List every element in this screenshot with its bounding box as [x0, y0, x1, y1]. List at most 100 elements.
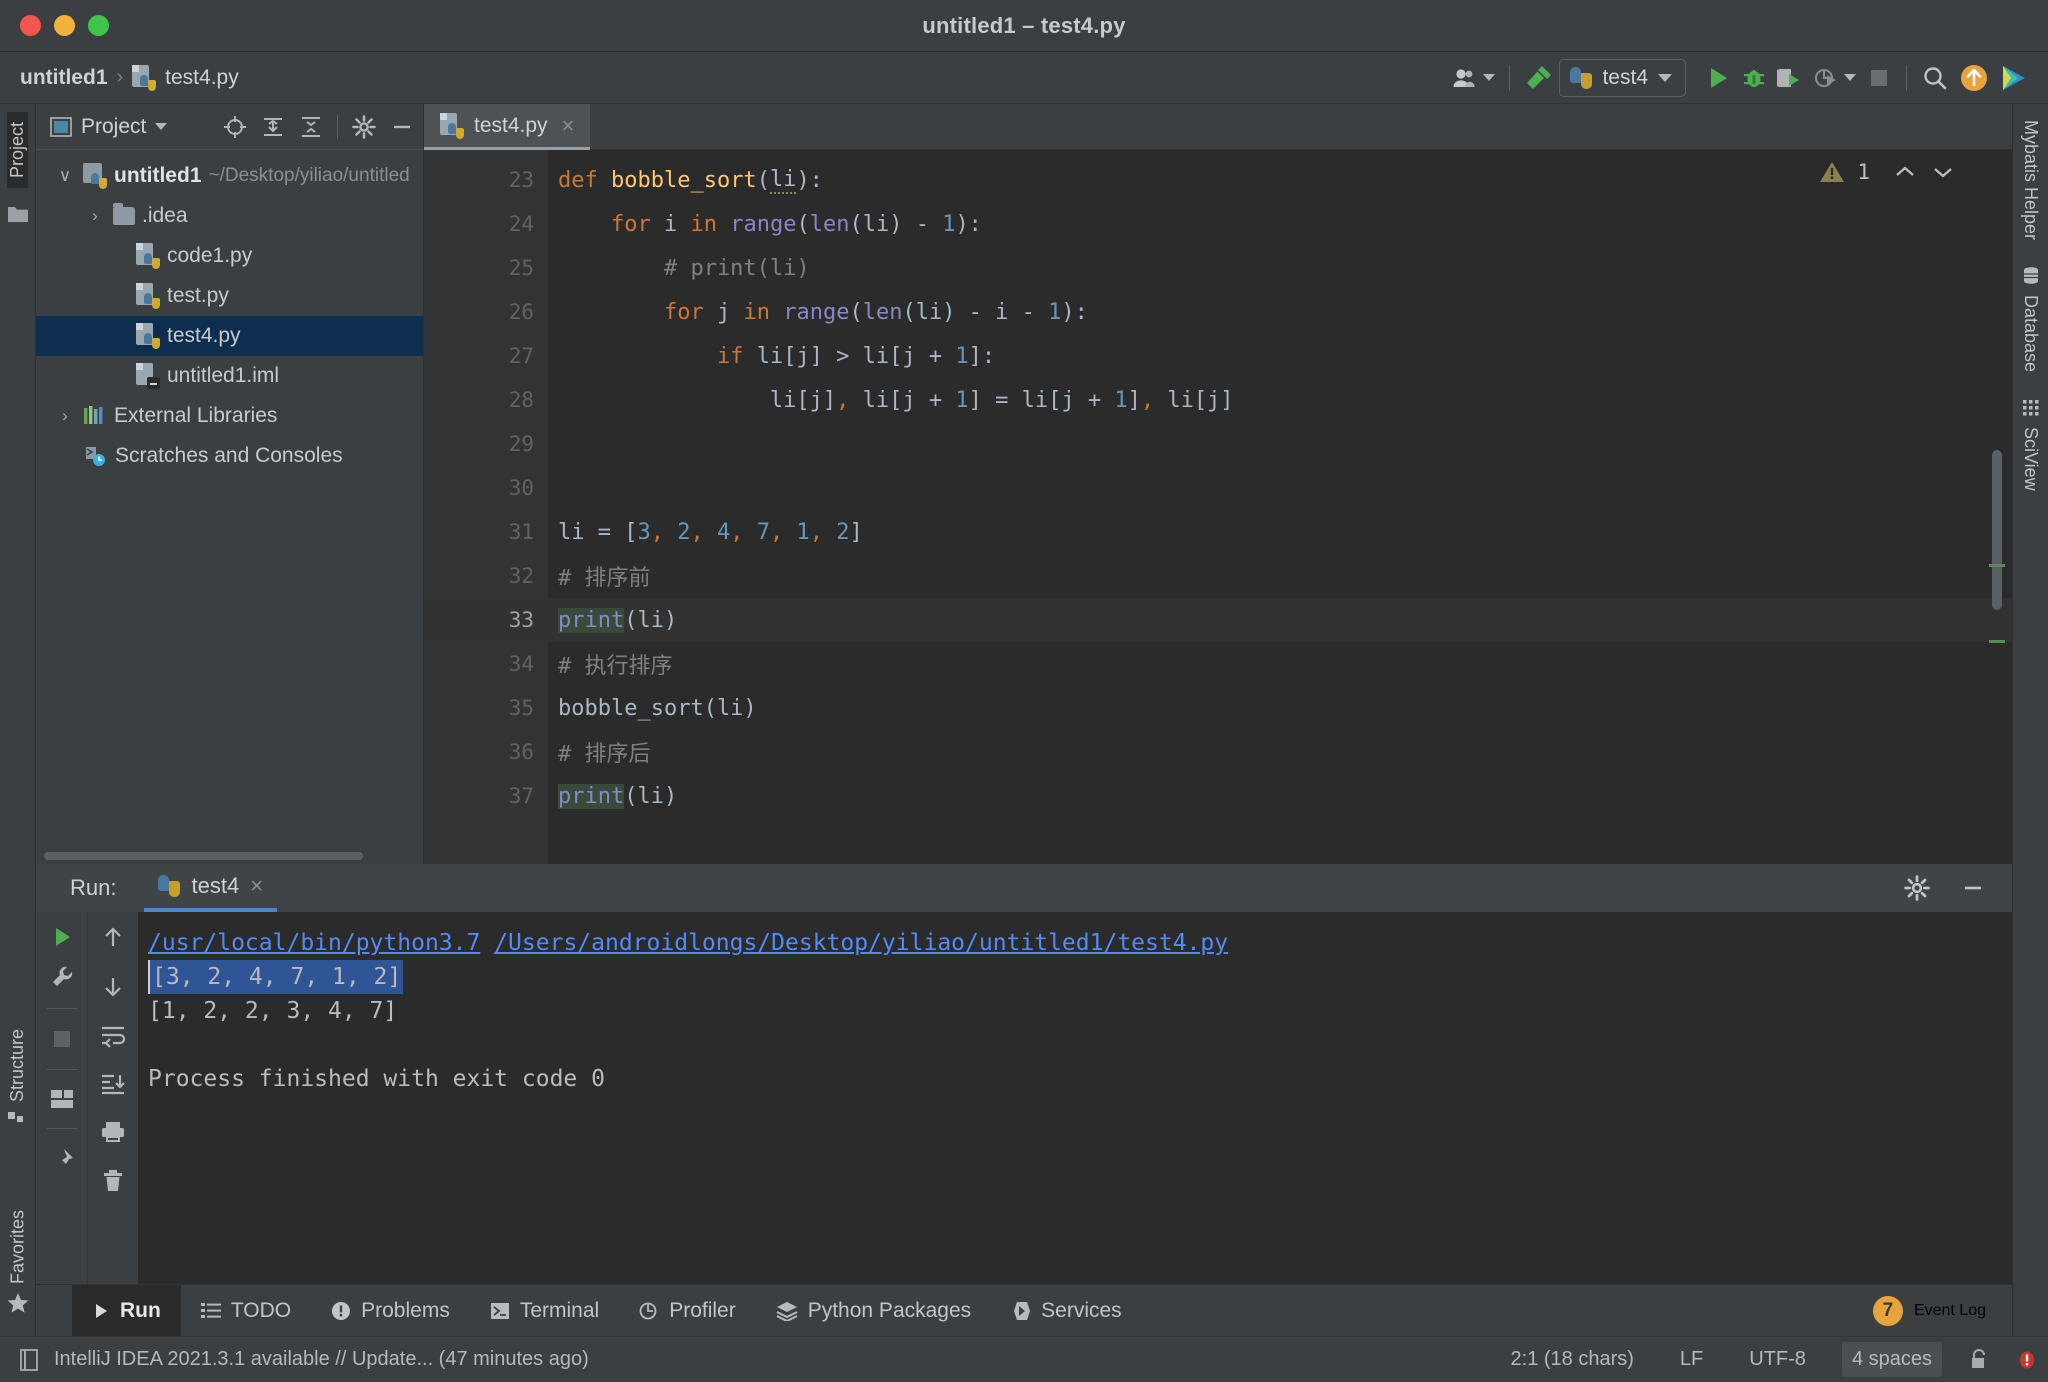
expand-all-icon[interactable]	[261, 115, 285, 139]
sidebar-item-structure[interactable]: Structure	[7, 1019, 28, 1140]
code-line[interactable]: for i in range(len (li) - 1):	[548, 202, 2012, 246]
project-view-chevron-down-icon[interactable]	[155, 123, 168, 130]
breadcrumb-project[interactable]: untitled1	[20, 66, 108, 90]
pin-icon[interactable]	[49, 1147, 75, 1173]
account-button[interactable]	[1447, 59, 1500, 97]
tool-button-problems[interactable]: Problems	[311, 1285, 470, 1336]
code-line[interactable]	[548, 466, 2012, 510]
code-line[interactable]: # 排序前	[548, 554, 2012, 598]
code-line[interactable]: li[j], li[j + 1] = li[j + 1], li[j]	[548, 378, 2012, 422]
close-window-button[interactable]	[20, 15, 41, 36]
tree-row-external-libraries[interactable]: › External Libraries	[36, 396, 423, 436]
tree-row-scratches[interactable]: Scratches and Consoles	[36, 436, 423, 476]
previous-problem-icon[interactable]	[1892, 162, 1918, 182]
run-tab-test4[interactable]: test4 ×	[144, 864, 278, 912]
profile-button[interactable]	[1808, 59, 1861, 97]
wrench-icon[interactable]	[49, 964, 75, 990]
code-line[interactable]: def bobble_sort(li):	[548, 158, 2012, 202]
rerun-icon[interactable]	[49, 924, 75, 950]
caret-position[interactable]: 2:1 (18 chars)	[1501, 1342, 1644, 1377]
code-line[interactable]: # print(li)	[548, 246, 2012, 290]
locate-icon[interactable]	[223, 115, 247, 139]
code-line[interactable]: if li[j] > li[j + 1]:	[548, 334, 2012, 378]
search-everywhere-button[interactable]	[1916, 59, 1954, 97]
tool-button-services[interactable]: Services	[991, 1285, 1142, 1336]
code-line[interactable]: for j in range(len (li) - i - 1):	[548, 290, 2012, 334]
tool-button-todo[interactable]: TODO	[181, 1285, 311, 1336]
code-line-current[interactable]: print (li)	[548, 598, 2012, 642]
stop-button[interactable]	[1861, 59, 1897, 97]
tree-row-idea[interactable]: › .idea	[36, 196, 423, 236]
plugin-button[interactable]	[1994, 59, 2034, 97]
code-line[interactable]: li = [3, 2, 4, 7, 1, 2]	[548, 510, 2012, 554]
console-selected-text[interactable]: [3, 2, 4, 7, 1, 2]	[148, 960, 404, 995]
zoom-window-button[interactable]	[88, 15, 109, 36]
code-line[interactable]: print (li)	[548, 774, 2012, 818]
inspection-widget[interactable]: 1	[1819, 160, 1956, 184]
code-line[interactable]: bobble_sort(li)	[548, 686, 2012, 730]
print-icon[interactable]	[100, 1120, 126, 1144]
console-vertical-scrollbar[interactable]	[1994, 912, 2012, 1284]
console-command-line[interactable]: /usr/local/bin/python3.7 /Users/androidl…	[148, 926, 1994, 960]
line-separator[interactable]: LF	[1670, 1342, 1713, 1377]
scroll-to-end-icon[interactable]	[100, 1072, 126, 1096]
sidebar-item-database[interactable]: Database	[2020, 266, 2041, 372]
collapse-all-icon[interactable]	[299, 115, 323, 139]
sidebar-item-mybatis-helper[interactable]: Mybatis Helper	[2020, 120, 2041, 240]
tree-row-code1[interactable]: code1.py	[36, 236, 423, 276]
close-icon[interactable]: ×	[250, 873, 263, 899]
code-text[interactable]: def bobble_sort(li): for i in range(len(…	[548, 150, 2012, 864]
hide-panel-icon[interactable]	[1960, 875, 1986, 901]
gear-icon[interactable]	[352, 114, 376, 139]
layout-icon[interactable]	[49, 1088, 75, 1110]
sidebar-item-project[interactable]: Project	[7, 112, 28, 189]
indent-setting[interactable]: 4 spaces	[1841, 1342, 1942, 1377]
trash-icon[interactable]	[100, 1168, 126, 1194]
tab-test4-py[interactable]: test4.py ×	[424, 104, 591, 150]
breadcrumb-file[interactable]: test4.py	[165, 66, 239, 90]
console-output-line-selected[interactable]: [3, 2, 4, 7, 1, 2]	[148, 960, 1994, 995]
project-horizontal-scrollbar[interactable]	[36, 848, 423, 864]
inspection-icon[interactable]	[2016, 1348, 2038, 1372]
sidebar-item-sciview[interactable]: SciView	[2020, 398, 2041, 491]
down-icon[interactable]	[100, 974, 126, 1000]
soft-wrap-icon[interactable]	[100, 1024, 126, 1048]
tool-button-terminal[interactable]: Terminal	[470, 1285, 619, 1336]
hide-panel-icon[interactable]	[390, 115, 414, 139]
scrollbar-thumb[interactable]	[44, 852, 364, 860]
window-controls[interactable]	[20, 15, 109, 36]
build-button[interactable]	[1519, 59, 1559, 97]
tree-row-test[interactable]: test.py	[36, 276, 423, 316]
editor-vertical-scrollbar[interactable]	[1992, 450, 2002, 610]
chevron-down-icon[interactable]: ∨	[54, 166, 76, 186]
tree-row-iml[interactable]: untitled1.iml	[36, 356, 423, 396]
code-line[interactable]	[548, 422, 2012, 466]
memory-indicator-icon[interactable]	[18, 1348, 40, 1372]
code-line[interactable]: # 执行排序	[548, 642, 2012, 686]
minimize-window-button[interactable]	[54, 15, 75, 36]
tool-button-python-packages[interactable]: Python Packages	[756, 1285, 991, 1336]
sidebar-item-favorites[interactable]: Favorites	[7, 1200, 29, 1324]
stop-icon[interactable]	[50, 1027, 74, 1051]
close-icon[interactable]: ×	[562, 113, 575, 139]
chevron-right-icon[interactable]: ›	[84, 206, 106, 226]
up-icon[interactable]	[100, 924, 126, 950]
file-encoding[interactable]: UTF-8	[1739, 1342, 1816, 1377]
update-project-button[interactable]	[1954, 59, 1994, 97]
project-tree[interactable]: ∨ untitled1 ~/Desktop/yiliao/untitled ›	[36, 150, 423, 848]
tool-button-run[interactable]: Run	[72, 1285, 181, 1336]
run-button[interactable]	[1700, 59, 1736, 97]
next-problem-icon[interactable]	[1930, 162, 1956, 182]
tool-button-profiler[interactable]: Profiler	[619, 1285, 756, 1336]
event-log-button[interactable]: 7 Event Log	[1872, 1285, 2012, 1336]
tree-row-test4[interactable]: test4.py	[36, 316, 423, 356]
debug-button[interactable]	[1736, 59, 1772, 97]
chevron-right-icon[interactable]: ›	[54, 406, 76, 426]
console-output[interactable]: /usr/local/bin/python3.7 /Users/androidl…	[138, 912, 1994, 1284]
code-line[interactable]: # 排序后	[548, 730, 2012, 774]
unlocked-icon[interactable]	[1968, 1348, 1990, 1372]
line-number-gutter[interactable]: 23 24 25 26 27 28 29 30 31 32 33 34 35 3…	[424, 150, 548, 864]
tree-row-untitled1[interactable]: ∨ untitled1 ~/Desktop/yiliao/untitled	[36, 156, 423, 196]
console-script-path[interactable]: /Users/androidlongs/Desktop/yiliao/untit…	[494, 930, 1228, 956]
gear-icon[interactable]	[1904, 875, 1930, 901]
